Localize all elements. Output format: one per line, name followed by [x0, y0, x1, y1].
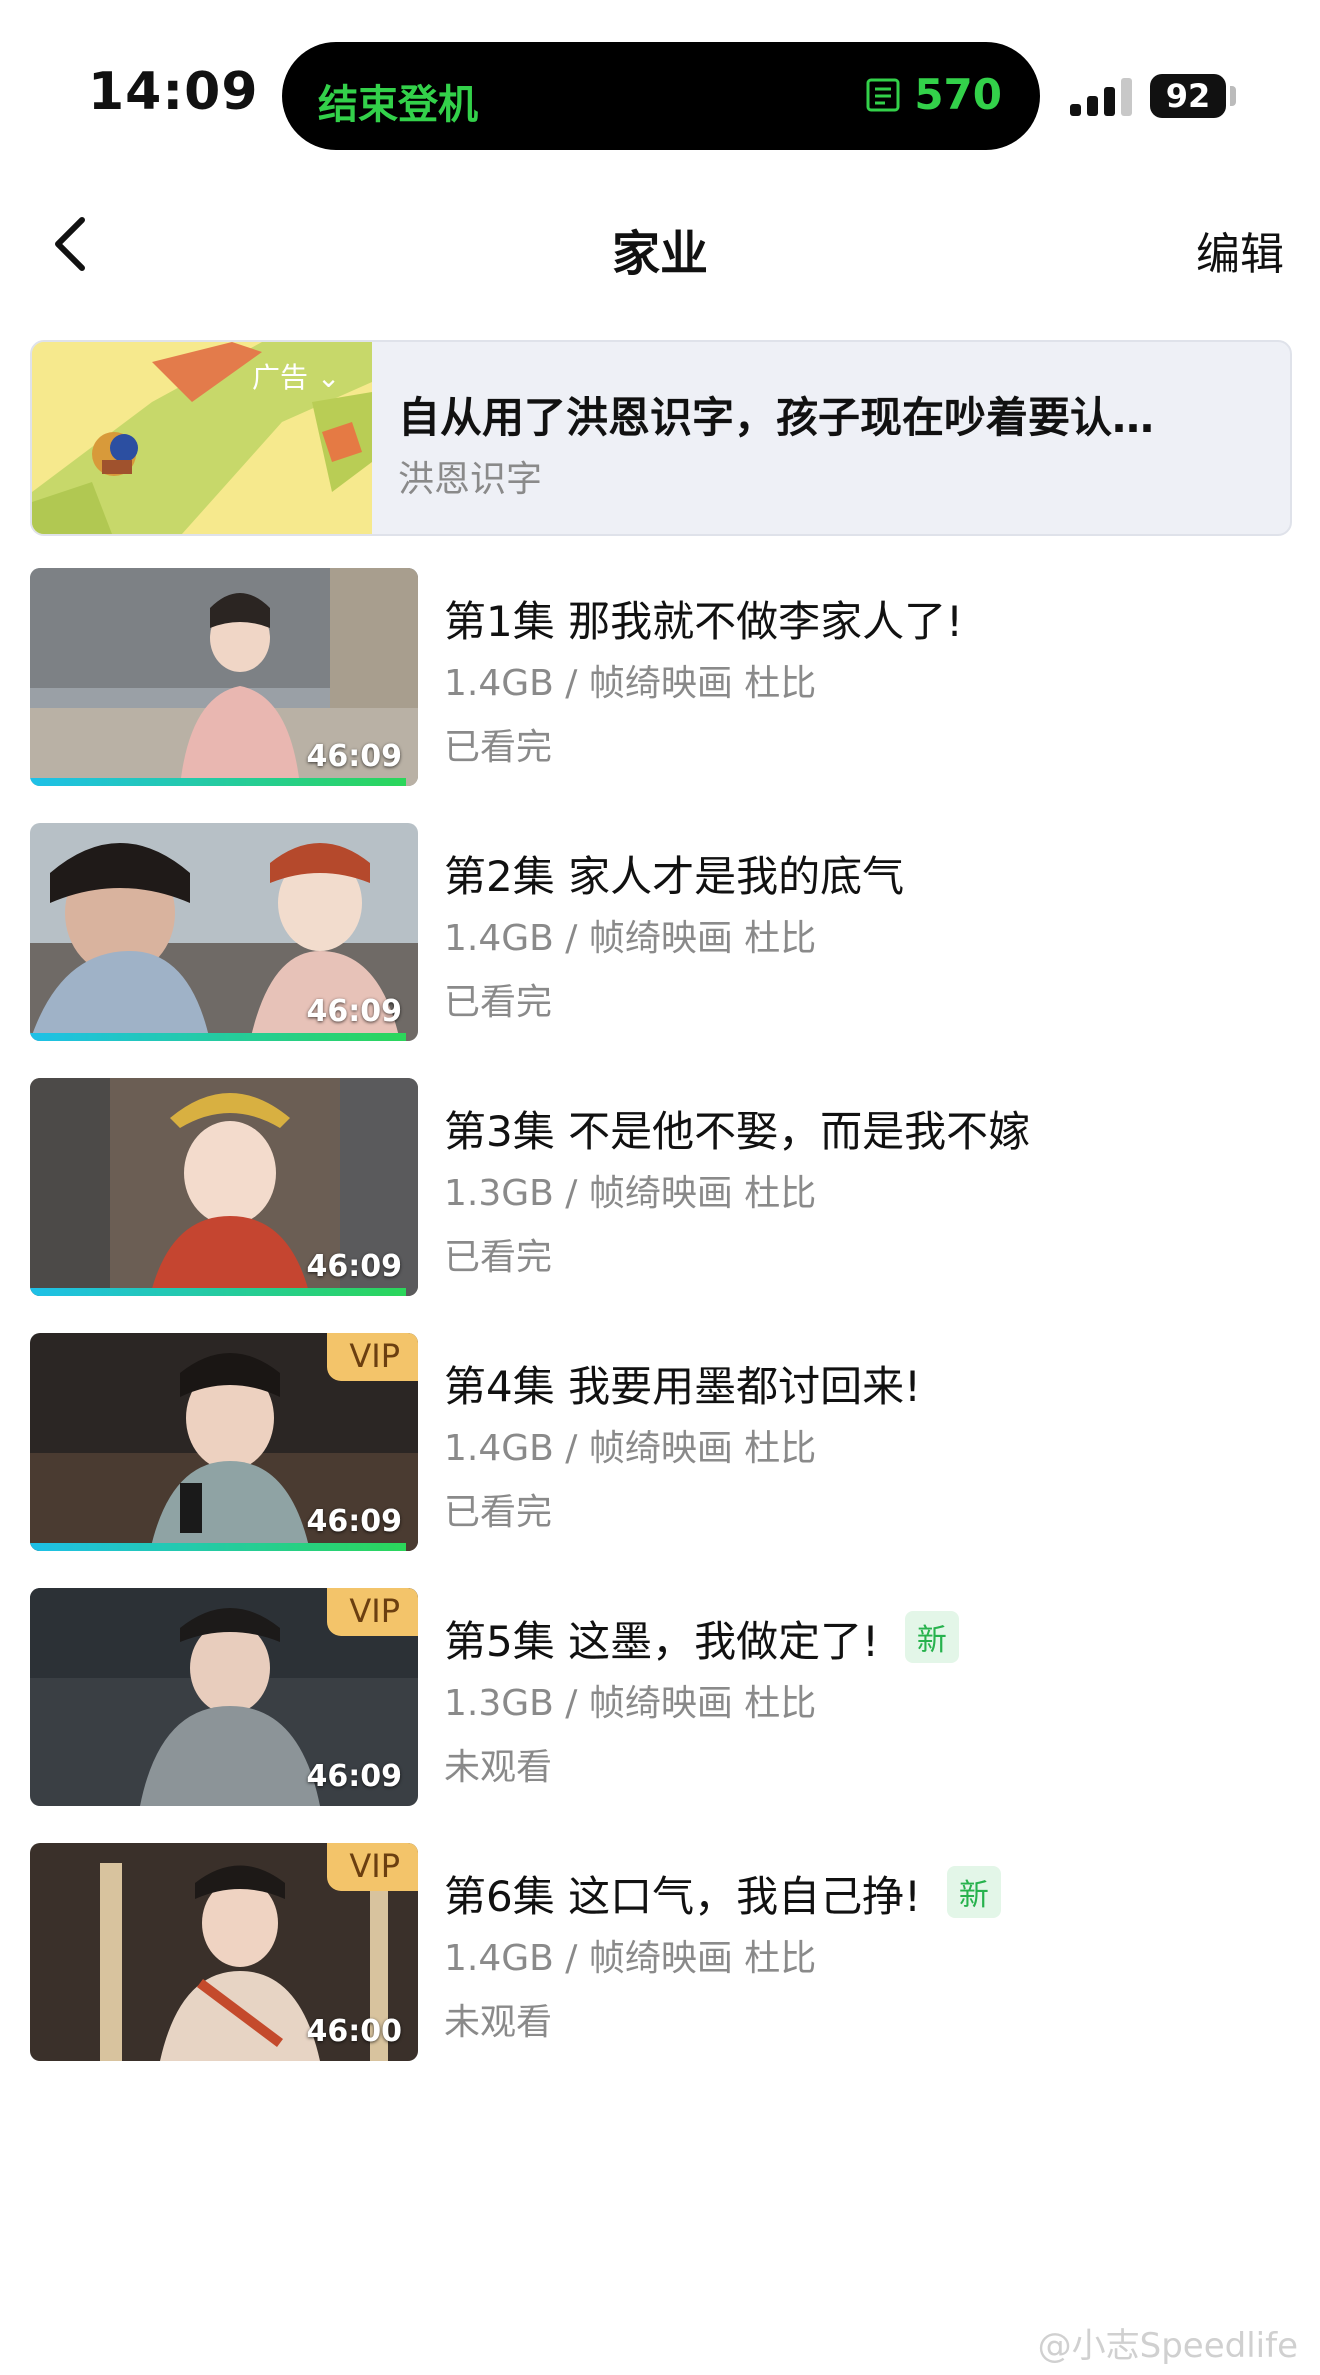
episode-title-text: 第2集 家人才是我的底气: [444, 852, 905, 901]
watch-status: 已看完: [444, 1492, 553, 1533]
page-title: 家业: [611, 226, 708, 282]
status-bar: 14:09 结束登机 570 92: [0, 0, 1320, 170]
clock: 14:09: [88, 62, 259, 122]
edit-button[interactable]: 编辑: [1196, 218, 1284, 282]
episode-title: 第1集 那我就不做李家人了!: [444, 588, 963, 649]
episode-thumbnail[interactable]: 46:09: [30, 823, 418, 1041]
episode-duration: 46:09: [306, 1759, 403, 1794]
dynamic-island[interactable]: 结束登机 570: [282, 42, 1040, 150]
watermark: @小志Speedlife: [1037, 2326, 1298, 2366]
episode-duration: 46:00: [306, 2014, 403, 2049]
live-activity-label: 结束登机: [318, 82, 478, 128]
episode-thumbnail[interactable]: VIP 46:09: [30, 1333, 418, 1551]
nav-bar: 家业 编辑: [0, 190, 1320, 300]
episode-duration: 46:09: [306, 994, 403, 1029]
episode-thumbnail[interactable]: 46:09: [30, 1078, 418, 1296]
episode-duration: 46:09: [306, 1249, 403, 1284]
vip-badge: VIP: [327, 1843, 418, 1891]
episode-title: 第2集 家人才是我的底气: [444, 843, 904, 904]
episode-title: 第3集 不是他不娶，而是我不嫁: [444, 1098, 1030, 1159]
live-activity-value: 570: [864, 70, 1002, 119]
episode-row[interactable]: VIP 46:09 第4集 我要用墨都讨回来! 1.4GB / 帧绮映画 杜比 已看完: [30, 1333, 1290, 1551]
episode-duration: 46:09: [306, 1504, 403, 1539]
new-badge: 新: [946, 1866, 1001, 1918]
watch-status: 已看完: [444, 982, 553, 1023]
vip-badge: VIP: [327, 1333, 418, 1381]
episode-meta: 1.3GB / 帧绮映画 杜比: [444, 1683, 817, 1724]
episode-title-text: 第1集 那我就不做李家人了!: [444, 597, 963, 646]
ad-subtitle: 洪恩识字: [398, 459, 543, 500]
episode-title: 第5集 这墨，我做定了! 新: [444, 1608, 959, 1669]
watch-progress-bar: [30, 1543, 407, 1551]
episode-title-text: 第5集 这墨，我做定了!: [444, 1617, 879, 1666]
watch-progress-bar: [30, 1033, 407, 1041]
watch-status: 未观看: [444, 2002, 553, 2043]
ad-banner[interactable]: 广告 ⌄ 自从用了洪恩识字，孩子现在吵着要认… 洪恩识字: [30, 340, 1292, 536]
ad-tag-label: 广告: [252, 361, 309, 394]
watch-progress-bar: [30, 778, 407, 786]
episode-title-text: 第3集 不是他不娶，而是我不嫁: [444, 1107, 1031, 1156]
episode-row[interactable]: 46:09 第2集 家人才是我的底气 1.4GB / 帧绮映画 杜比 已看完: [30, 823, 1290, 1041]
vip-badge: VIP: [327, 1588, 418, 1636]
watch-progress-bar: [30, 1288, 407, 1296]
episode-row[interactable]: VIP 46:00 第6集 这口气，我自己挣! 新 1.4GB / 帧绮映画 杜比 未观看: [30, 1843, 1290, 2061]
episode-row[interactable]: 46:09 第3集 不是他不娶，而是我不嫁 1.3GB / 帧绮映画 杜比 已看完: [30, 1078, 1290, 1296]
episode-title-text: 第6集 这口气，我自己挣!: [444, 1872, 921, 1921]
watch-status: 已看完: [444, 727, 553, 768]
episode-title: 第6集 这口气，我自己挣! 新: [444, 1863, 1001, 1924]
ad-title: 自从用了洪恩识字，孩子现在吵着要认…: [398, 393, 1155, 442]
episode-meta: 1.4GB / 帧绮映画 杜比: [444, 918, 817, 959]
watch-status: 已看完: [444, 1237, 553, 1278]
battery-tip: [1230, 86, 1236, 106]
episode-duration: 46:09: [306, 739, 403, 774]
episode-row[interactable]: 46:09 第1集 那我就不做李家人了! 1.4GB / 帧绮映画 杜比 已看完: [30, 568, 1290, 786]
live-activity-number: 570: [914, 70, 1002, 119]
episode-list: 46:09 第1集 那我就不做李家人了! 1.4GB / 帧绮映画 杜比 已看完 46:…: [30, 568, 1290, 2098]
episode-title: 第4集 我要用墨都讨回来!: [444, 1353, 921, 1414]
signal-icon: [1070, 76, 1136, 116]
episode-thumbnail[interactable]: VIP 46:09: [30, 1588, 418, 1806]
episode-meta: 1.3GB / 帧绮映画 杜比: [444, 1173, 817, 1214]
episode-thumbnail[interactable]: VIP 46:00: [30, 1843, 418, 2061]
watch-status: 未观看: [444, 1747, 553, 1788]
episode-thumbnail[interactable]: 46:09: [30, 568, 418, 786]
ad-thumbnail: 广告 ⌄: [32, 342, 372, 534]
episode-meta: 1.4GB / 帧绮映画 杜比: [444, 1938, 817, 1979]
battery-icon: 92: [1150, 74, 1226, 118]
new-badge: 新: [904, 1611, 959, 1663]
episode-meta: 1.4GB / 帧绮映画 杜比: [444, 663, 817, 704]
episode-title-text: 第4集 我要用墨都讨回来!: [444, 1362, 921, 1411]
episode-row[interactable]: VIP 46:09 第5集 这墨，我做定了! 新 1.3GB / 帧绮映画 杜比 未观看: [30, 1588, 1290, 1806]
ad-tag[interactable]: 广告 ⌄: [252, 356, 340, 396]
ticket-icon: [866, 78, 900, 111]
episode-meta: 1.4GB / 帧绮映画 杜比: [444, 1428, 817, 1469]
